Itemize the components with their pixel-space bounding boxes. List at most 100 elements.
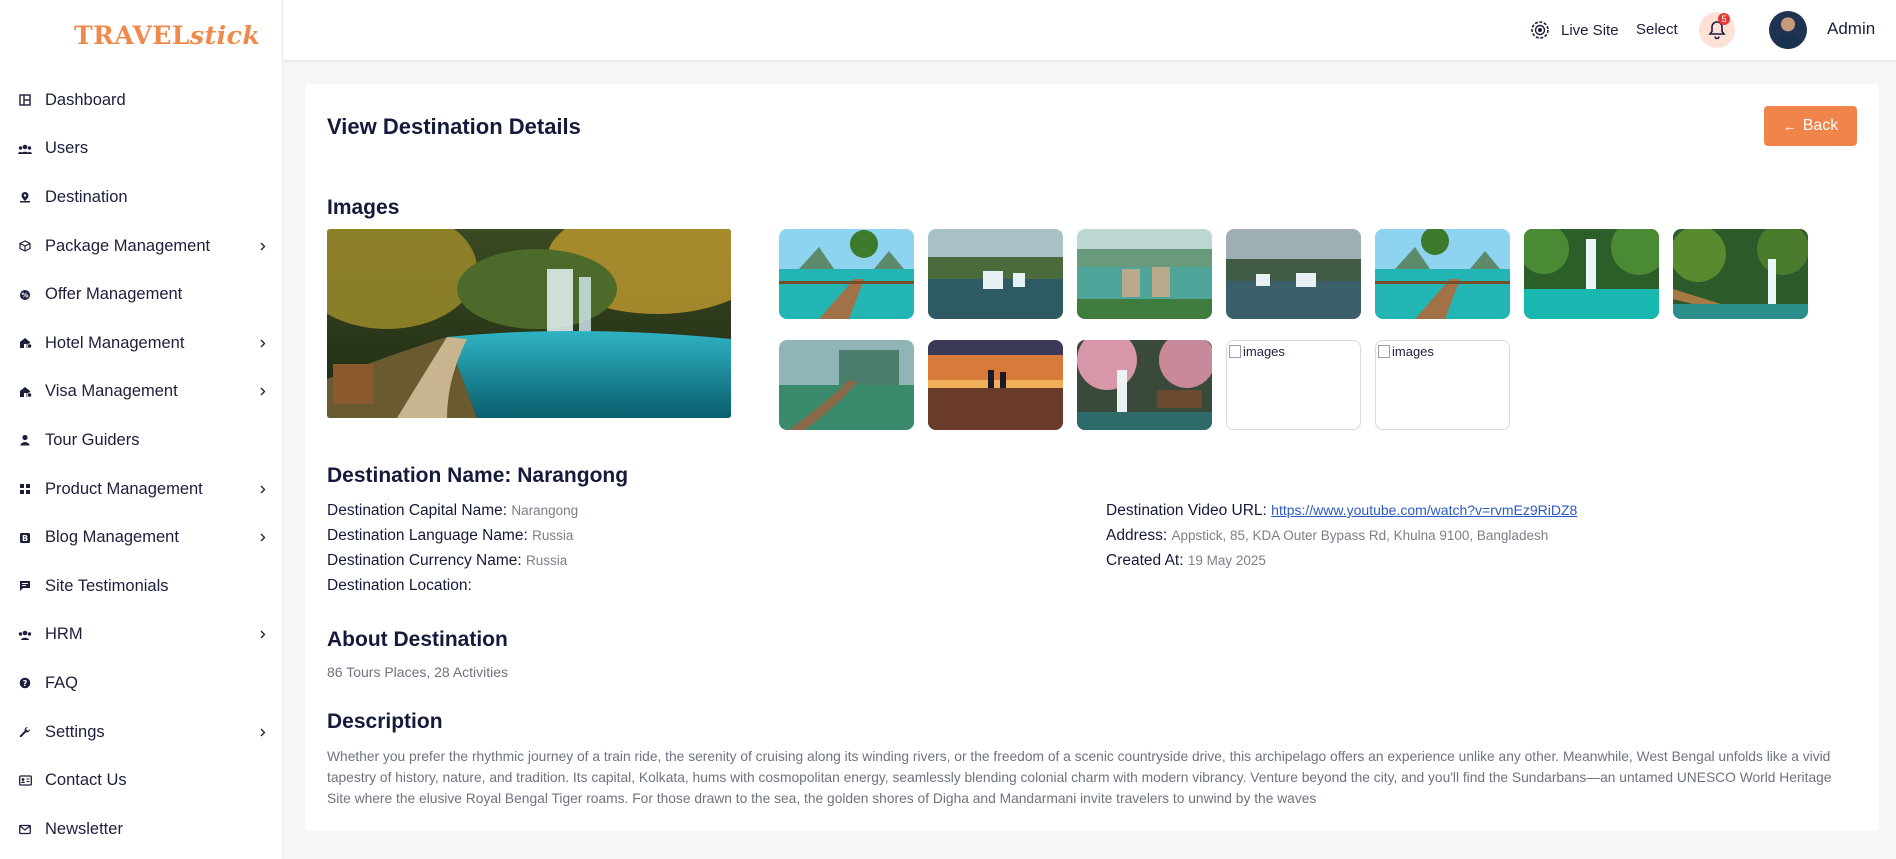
field-label: Destination Currency Name: bbox=[327, 552, 522, 569]
dashboard-icon bbox=[18, 93, 32, 107]
featured-image[interactable] bbox=[327, 229, 731, 418]
team-icon bbox=[18, 628, 32, 642]
user-name[interactable]: Admin bbox=[1827, 19, 1875, 39]
gallery-thumbnail[interactable] bbox=[779, 229, 914, 319]
page-title: View Destination Details bbox=[327, 114, 581, 139]
description-section-title: Description bbox=[327, 710, 443, 733]
sidebar-item-offer-management[interactable]: % Offer Management bbox=[0, 270, 283, 319]
logo-text-travel: TRAVEL bbox=[74, 20, 190, 50]
chevron-right-icon bbox=[258, 387, 268, 397]
gallery-thumbnail[interactable] bbox=[928, 229, 1063, 319]
gallery-thumbnail[interactable] bbox=[1375, 229, 1510, 319]
currency-name-row: Destination Currency Name: Russia bbox=[327, 552, 567, 570]
location-row: Destination Location: bbox=[327, 577, 472, 595]
grid-icon bbox=[18, 482, 32, 496]
location-pin-icon bbox=[18, 190, 32, 204]
travelstick-logo[interactable]: TRAVEL stick bbox=[74, 18, 260, 52]
field-label: Created At: bbox=[1106, 552, 1184, 569]
broken-gallery-image[interactable]: images bbox=[1226, 340, 1361, 430]
sidebar-item-label: Hotel Management bbox=[45, 333, 185, 352]
field-label: Destination Language Name: bbox=[327, 527, 528, 544]
gallery-thumbnail[interactable] bbox=[779, 340, 914, 430]
broken-image-alt-text: images bbox=[1229, 344, 1285, 359]
sidebar-item-tour-guiders[interactable]: Tour Guiders bbox=[0, 416, 283, 465]
video-url-link[interactable]: https://www.youtube.com/watch?v=rvmEz9Ri… bbox=[1271, 502, 1577, 518]
address-row: Address: Appstick, 85, KDA Outer Bypass … bbox=[1106, 527, 1548, 545]
field-label: Destination Video URL: bbox=[1106, 502, 1267, 519]
live-site-label: Live Site bbox=[1561, 21, 1619, 39]
sidebar-item-visa-management[interactable]: Visa Management bbox=[0, 368, 283, 417]
mail-icon bbox=[18, 822, 32, 836]
sidebar-item-newsletter[interactable]: Newsletter bbox=[0, 805, 283, 854]
gallery-thumbnail[interactable] bbox=[1524, 229, 1659, 319]
sidebar-item-contact-us[interactable]: Contact Us bbox=[0, 756, 283, 805]
offer-icon: % bbox=[18, 288, 32, 302]
destination-name-label: Destination Name: bbox=[327, 464, 512, 487]
back-button-label: Back bbox=[1802, 117, 1839, 134]
sidebar-item-faq[interactable]: ? FAQ bbox=[0, 659, 283, 708]
gallery-thumbnail[interactable] bbox=[1673, 229, 1808, 319]
sidebar-item-label: Package Management bbox=[45, 236, 211, 255]
arrow-left-icon: ← bbox=[1782, 118, 1797, 134]
chevron-right-icon bbox=[258, 241, 268, 251]
users-icon bbox=[18, 142, 32, 156]
sidebar-item-label: Offer Management bbox=[45, 285, 183, 304]
gallery-thumbnail[interactable] bbox=[1077, 229, 1212, 319]
field-value: Appstick, 85, KDA Outer Bypass Rd, Khuln… bbox=[1171, 528, 1549, 543]
sidebar-item-label: Product Management bbox=[45, 479, 203, 498]
sidebar-item-site-testimonials[interactable]: Site Testimonials bbox=[0, 562, 283, 611]
sidebar-item-label: Site Testimonials bbox=[45, 576, 169, 595]
notification-button[interactable]: 5 bbox=[1699, 12, 1735, 48]
field-value: Russia bbox=[532, 528, 574, 543]
sidebar-item-label: Contact Us bbox=[45, 771, 127, 790]
contact-card-icon bbox=[18, 774, 32, 788]
video-url-row: Destination Video URL: https://www.youtu… bbox=[1106, 502, 1577, 520]
wrench-icon bbox=[18, 725, 32, 739]
destination-name-value: Narangong bbox=[517, 464, 629, 487]
svg-text:%: % bbox=[21, 291, 28, 299]
chevron-right-icon bbox=[258, 727, 268, 737]
chat-icon bbox=[18, 579, 32, 593]
language-name-row: Destination Language Name: Russia bbox=[327, 527, 573, 545]
blog-icon: B bbox=[18, 531, 32, 545]
person-icon bbox=[18, 433, 32, 447]
broken-image-alt-text: images bbox=[1378, 344, 1434, 359]
broken-gallery-image[interactable]: images bbox=[1375, 340, 1510, 430]
chevron-right-icon bbox=[258, 338, 268, 348]
sidebar-item-label: Users bbox=[45, 139, 89, 158]
sidebar: TRAVEL stick Dashboard Users Destination … bbox=[0, 0, 283, 859]
sidebar-item-dashboard[interactable]: Dashboard bbox=[0, 76, 283, 125]
question-icon: ? bbox=[18, 676, 32, 690]
gallery-thumbnail[interactable] bbox=[1226, 229, 1361, 319]
sidebar-item-settings[interactable]: Settings bbox=[0, 708, 283, 757]
sidebar-item-blog-management[interactable]: B Blog Management bbox=[0, 513, 283, 562]
sidebar-item-hotel-management[interactable]: Hotel Management bbox=[0, 319, 283, 368]
sidebar-item-label: Settings bbox=[45, 722, 105, 741]
sidebar-item-label: FAQ bbox=[45, 673, 79, 692]
language-select[interactable]: Select bbox=[1636, 21, 1678, 38]
about-text: 86 Tours Places, 28 Activities bbox=[327, 664, 509, 680]
sidebar-item-label: HRM bbox=[45, 625, 83, 644]
gallery-thumbnail[interactable] bbox=[1077, 340, 1212, 430]
user-avatar[interactable] bbox=[1769, 11, 1807, 49]
sidebar-item-product-management[interactable]: Product Management bbox=[0, 465, 283, 514]
sidebar-item-destination[interactable]: Destination bbox=[0, 173, 283, 222]
sidebar-item-package-management[interactable]: Package Management bbox=[0, 222, 283, 271]
chevron-right-icon bbox=[258, 484, 268, 494]
gallery-thumbnail[interactable] bbox=[928, 340, 1063, 430]
svg-text:?: ? bbox=[23, 679, 28, 688]
sidebar-item-label: Newsletter bbox=[45, 819, 123, 838]
field-value: 19 May 2025 bbox=[1187, 553, 1266, 568]
destination-name-heading: Destination Name: Narangong bbox=[327, 464, 628, 488]
back-button[interactable]: ← Back bbox=[1764, 106, 1857, 146]
sidebar-item-users[interactable]: Users bbox=[0, 125, 283, 174]
sidebar-item-label: Tour Guiders bbox=[45, 430, 140, 449]
sidebar-item-hrm[interactable]: HRM bbox=[0, 611, 283, 660]
live-site-link[interactable]: Live Site bbox=[1529, 17, 1619, 43]
images-section-title: Images bbox=[327, 196, 400, 219]
svg-text:B: B bbox=[22, 534, 28, 543]
sidebar-nav: Dashboard Users Destination Package Mana… bbox=[0, 76, 283, 854]
field-label: Address: bbox=[1106, 527, 1168, 544]
chevron-right-icon bbox=[258, 533, 268, 543]
about-section-title: About Destination bbox=[327, 628, 508, 651]
